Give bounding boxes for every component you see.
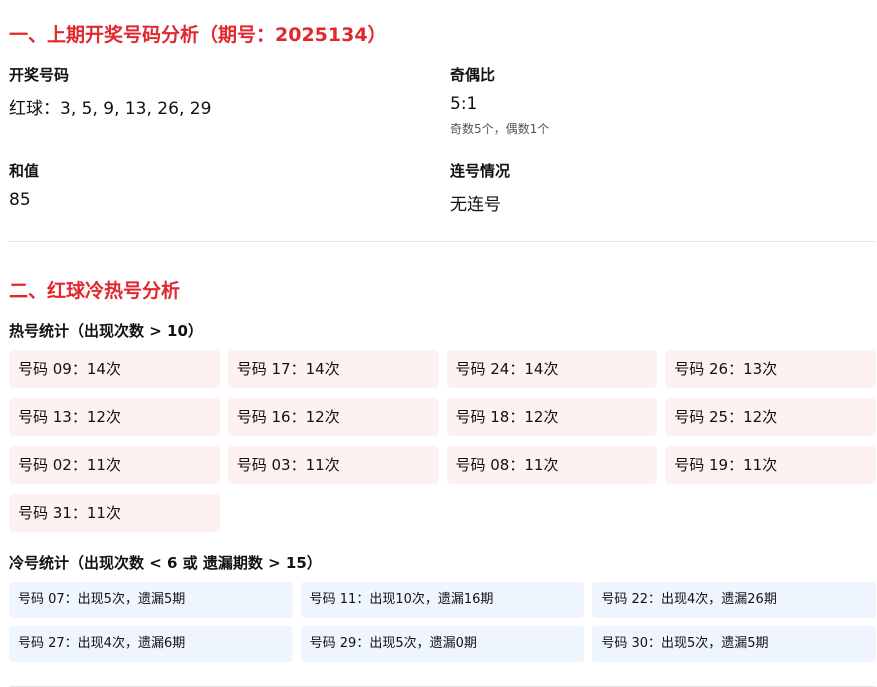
hot-number-item: 号码 19：11次 <box>665 446 876 484</box>
draw-info-row-1: 开奖号码 红球：3, 5, 9, 13, 26, 29 奇偶比 5:1 奇数5个… <box>9 64 869 137</box>
hot-number-item: 号码 18：12次 <box>446 398 658 436</box>
hot-numbers-title: 热号统计（出现次数 > 10） <box>9 322 203 340</box>
cold-number-item: 号码 30：出现5次，遗漏5期 <box>592 626 876 662</box>
hot-number-item: 号码 03：11次 <box>227 446 439 484</box>
draw-info-row-2: 和值 85 连号情况 无连号 <box>9 160 869 215</box>
sum-label: 和值 <box>9 162 40 180</box>
hot-number-item: 号码 13：12次 <box>9 398 220 436</box>
cold-number-item: 号码 22：出现4次，遗漏26期 <box>592 582 876 618</box>
hot-number-item: 号码 26：13次 <box>665 350 876 388</box>
hot-number-item: 号码 31：11次 <box>9 494 220 532</box>
cold-numbers-grid: 号码 07：出现5次，遗漏5期 号码 11：出现10次，遗漏16期 号码 22：出现… <box>9 582 876 662</box>
sum-block: 和值 85 <box>9 160 450 215</box>
hot-number-item: 号码 09：14次 <box>9 350 220 388</box>
odd-even-note: 奇数5个，偶数1个 <box>450 122 550 136</box>
hot-number-item: 号码 16：12次 <box>227 398 439 436</box>
odd-even-block: 奇偶比 5:1 奇数5个，偶数1个 <box>450 64 869 137</box>
draw-numbers-label: 开奖号码 <box>9 66 70 84</box>
hot-number-item: 号码 25：12次 <box>665 398 876 436</box>
hot-number-item: 号码 17：14次 <box>227 350 439 388</box>
hot-number-item: 号码 24：14次 <box>446 350 658 388</box>
sum-value: 85 <box>9 190 31 210</box>
draw-numbers-value: 红球：3, 5, 9, 13, 26, 29 <box>9 99 212 119</box>
cold-number-item: 号码 27：出现4次，遗漏6期 <box>9 626 293 662</box>
draw-numbers-block: 开奖号码 红球：3, 5, 9, 13, 26, 29 <box>9 64 450 137</box>
consecutive-block: 连号情况 无连号 <box>450 160 869 215</box>
section-title-hot-cold: 二、红球冷热号分析 <box>9 280 181 302</box>
cold-number-item: 号码 07：出现5次，遗漏5期 <box>9 582 293 618</box>
divider <box>9 241 876 242</box>
odd-even-label: 奇偶比 <box>450 66 496 84</box>
hot-number-item: 号码 02：11次 <box>9 446 220 484</box>
odd-even-value: 5:1 <box>450 94 478 114</box>
hot-numbers-grid: 号码 09：14次 号码 17：14次 号码 24：14次 号码 26：13次 号码 1… <box>9 350 876 532</box>
section-title-last-draw: 一、上期开奖号码分析（期号：2025134） <box>9 24 387 46</box>
cold-numbers-title: 冷号统计（出现次数 < 6 或 遗漏期数 > 15） <box>9 554 322 572</box>
hot-number-item: 号码 08：11次 <box>446 446 658 484</box>
cold-number-item: 号码 11：出现10次，遗漏16期 <box>300 582 585 618</box>
consecutive-value: 无连号 <box>450 195 501 215</box>
consecutive-label: 连号情况 <box>450 162 511 180</box>
cold-number-item: 号码 29：出现5次，遗漏0期 <box>300 626 585 662</box>
